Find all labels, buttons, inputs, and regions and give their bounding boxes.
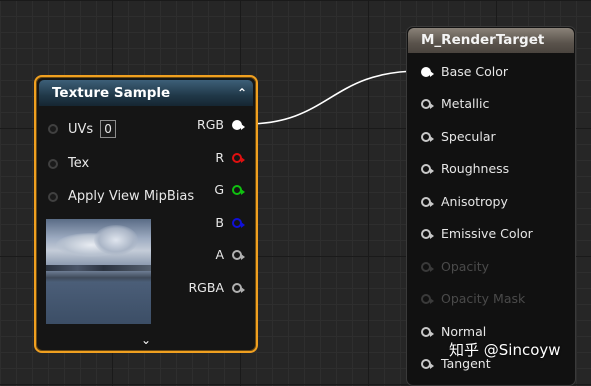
rgba-label: RGBA — [188, 280, 225, 295]
r-label: R — [215, 150, 224, 165]
anisotropy-pin-icon[interactable] — [421, 196, 434, 207]
watermark-text: 知乎 @Sincoyw — [449, 341, 561, 359]
mipbias-pin-icon[interactable] — [48, 191, 58, 202]
material-input-opacity: Opacity — [421, 259, 489, 274]
material-input-opacity-mask: Opacity Mask — [421, 291, 525, 306]
uvs-value-field[interactable]: 0 — [100, 120, 116, 138]
material-result-node[interactable]: M_RenderTarget Base Color Metallic Specu… — [406, 26, 576, 386]
base-color-label: Base Color — [441, 64, 509, 79]
rgb-label: RGB — [197, 117, 224, 132]
uvs-label: UVs — [68, 121, 94, 137]
roughness-label: Roughness — [441, 161, 510, 176]
rgba-pin-icon[interactable] — [232, 282, 245, 293]
normal-label: Normal — [441, 324, 487, 339]
r-pin-icon[interactable] — [232, 152, 245, 163]
material-node-header[interactable]: M_RenderTarget — [408, 28, 574, 53]
b-pin-icon[interactable] — [232, 217, 245, 228]
a-pin-icon[interactable] — [232, 249, 245, 260]
base-color-pin-icon[interactable] — [421, 66, 434, 77]
rgb-to-base-color-wire[interactable] — [245, 70, 421, 125]
uvs-pin-icon[interactable] — [48, 124, 58, 134]
metallic-pin-icon[interactable] — [421, 98, 434, 109]
anisotropy-label: Anisotropy — [441, 194, 508, 209]
input-pin-tex[interactable]: Tex — [48, 156, 89, 171]
material-input-roughness[interactable]: Roughness — [421, 161, 509, 176]
emissive-color-label: Emissive Color — [441, 226, 533, 241]
output-pin-a[interactable]: A — [215, 247, 245, 262]
opacity-label: Opacity — [441, 259, 490, 274]
tangent-pin-icon[interactable] — [421, 358, 434, 369]
material-input-normal[interactable]: Normal — [421, 324, 486, 339]
opacity-mask-pin-icon — [421, 293, 434, 304]
material-input-anisotropy[interactable]: Anisotropy — [421, 194, 508, 209]
texture-sample-header[interactable]: Texture Sample ⌃ — [39, 80, 253, 106]
preview-horizon — [46, 265, 151, 271]
opacity-pin-icon — [421, 261, 434, 272]
specular-pin-icon[interactable] — [421, 131, 434, 142]
expand-arrow-icon[interactable]: ⌄ — [141, 333, 151, 347]
output-pin-g[interactable]: G — [214, 182, 245, 197]
g-pin-icon[interactable] — [232, 184, 245, 195]
tex-label: Tex — [68, 156, 90, 171]
material-input-metallic[interactable]: Metallic — [421, 96, 489, 111]
mipbias-label: Apply View MipBias — [68, 189, 195, 204]
b-label: B — [215, 215, 224, 230]
output-pin-b[interactable]: B — [215, 215, 245, 230]
metallic-label: Metallic — [441, 96, 490, 111]
specular-label: Specular — [441, 129, 496, 144]
tex-pin-icon[interactable] — [48, 158, 58, 169]
opacity-mask-label: Opacity Mask — [441, 291, 526, 306]
rgb-pin-icon[interactable] — [232, 119, 245, 130]
material-input-base-color[interactable]: Base Color — [421, 64, 508, 79]
collapse-arrow-icon[interactable]: ⌃ — [237, 80, 247, 106]
input-pin-apply-view-mipbias[interactable]: Apply View MipBias — [48, 189, 194, 204]
g-label: G — [214, 182, 224, 197]
texture-sample-node[interactable]: Texture Sample ⌃ UVs 0 Tex Apply View Mi… — [34, 75, 258, 353]
material-node-title: M_RenderTarget — [421, 32, 545, 48]
material-input-specular[interactable]: Specular — [421, 129, 496, 144]
texture-preview-thumbnail — [46, 219, 151, 324]
material-input-emissive-color[interactable]: Emissive Color — [421, 226, 533, 241]
input-pin-uvs[interactable]: UVs 0 — [48, 120, 116, 138]
output-pin-rgba[interactable]: RGBA — [188, 280, 245, 295]
preview-cloud — [94, 225, 138, 255]
roughness-pin-icon[interactable] — [421, 163, 434, 174]
texture-sample-title: Texture Sample — [52, 85, 171, 101]
output-pin-rgb[interactable]: RGB — [197, 117, 245, 132]
normal-pin-icon[interactable] — [421, 326, 434, 337]
a-label: A — [215, 247, 224, 262]
emissive-color-pin-icon[interactable] — [421, 228, 434, 239]
output-pin-r[interactable]: R — [215, 150, 245, 165]
